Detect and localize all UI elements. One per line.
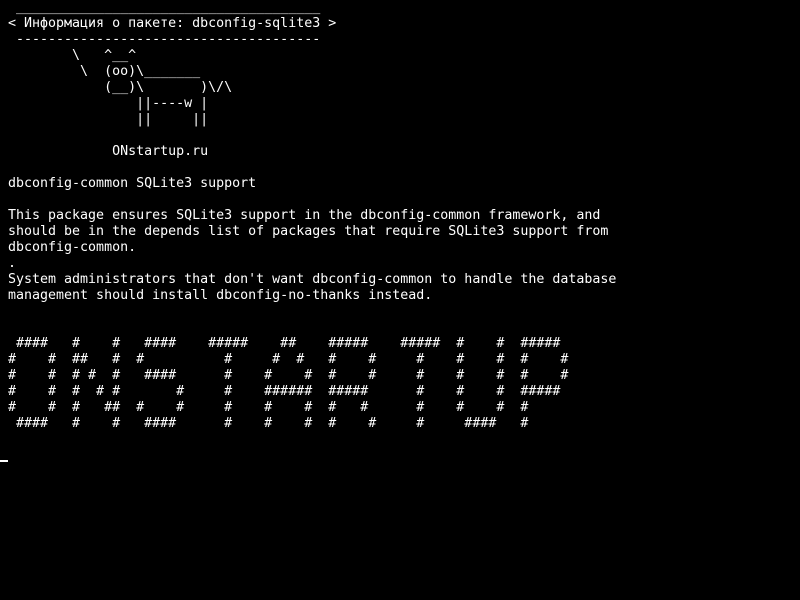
cow-ascii-line-1: \ ^__^: [8, 48, 137, 63]
ascii-banner-line: # # ## # # # # # # # # # # # #: [8, 352, 569, 367]
text-cursor: [0, 460, 8, 462]
cowsay-border-top: ______________________________________: [8, 0, 321, 15]
site-label: ONstartup.ru: [8, 144, 209, 159]
ascii-banner-line: # # # # # # # ###### ##### # # # #####: [8, 384, 561, 399]
cow-ascii-line-2: \ (oo)\_______: [8, 64, 201, 79]
terminal-screen: ______________________________________ <…: [8, 0, 792, 600]
description-line: This package ensures SQLite3 support in …: [8, 208, 601, 223]
cow-ascii-line-3: (__)\ )\/\: [8, 80, 233, 95]
ascii-banner-line: #### # # #### # # # # # # #### #: [8, 416, 529, 431]
ascii-banner-line: # # # ## # # # # # # # # # # #: [8, 400, 529, 415]
package-summary: dbconfig-common SQLite3 support: [8, 176, 257, 191]
description-line: System administrators that don't want db…: [8, 272, 617, 287]
cowsay-border-bottom: --------------------------------------: [8, 32, 321, 47]
description-line: dbconfig-common.: [8, 240, 137, 255]
cow-ascii-line-4: ||----w |: [8, 96, 209, 111]
cowsay-message: < Информация о пакете: dbconfig-sqlite3 …: [8, 16, 337, 31]
description-line: should be in the depends list of package…: [8, 224, 609, 239]
description-line: .: [8, 256, 17, 271]
ascii-banner-line: # # # # # #### # # # # # # # # # #: [8, 368, 569, 383]
cow-ascii-line-5: || ||: [8, 112, 209, 127]
description-line: management should install dbconfig-no-th…: [8, 288, 433, 303]
ascii-banner-line: #### # # #### ##### ## ##### ##### # # #…: [8, 336, 561, 351]
